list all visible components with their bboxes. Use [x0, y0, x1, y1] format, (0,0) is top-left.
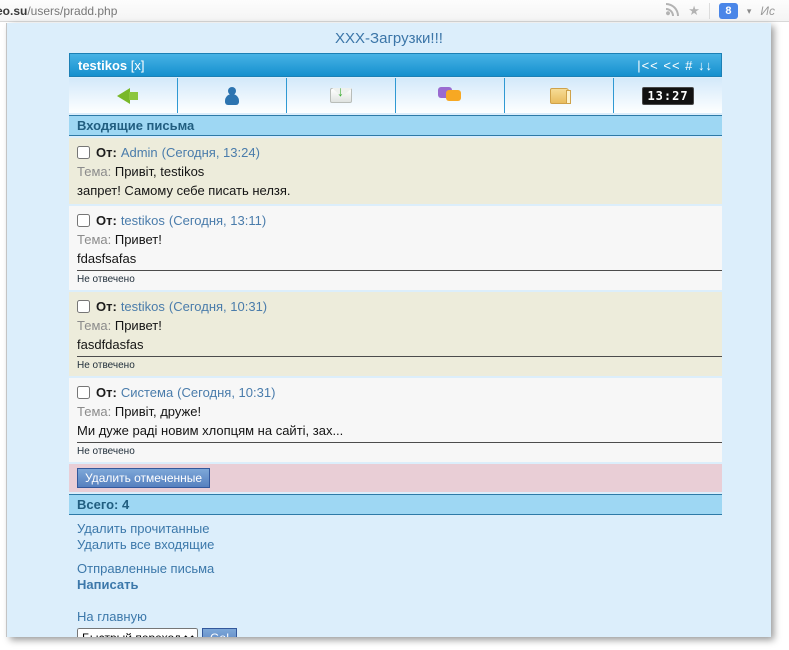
message-checkbox[interactable] [77, 214, 90, 227]
sender-link[interactable]: testikos [121, 297, 165, 316]
chevron-down-icon[interactable]: ▾ [747, 6, 752, 17]
delete-read-link[interactable]: Удалить прочитанные [77, 521, 209, 537]
back-arrow-icon [116, 87, 138, 104]
page-viewport: ХХХ-Загрузки!!! testikos [x] |<< << # ↓↓… [7, 23, 771, 637]
divider [708, 3, 710, 19]
rss-icon[interactable] [666, 3, 680, 19]
message-item: От: testikos (Сегодня, 13:11) Тема: Прив… [69, 206, 722, 290]
icon-toolbar: 13:27 [69, 78, 722, 113]
message-checkbox[interactable] [77, 386, 90, 399]
quick-jump-form: Быстрый переход Go! [69, 625, 722, 637]
message-subject: Привіт, друже! [114, 404, 202, 419]
subject-label: Тема: [77, 232, 112, 247]
from-label: От: [96, 385, 117, 400]
message-date: (Сегодня, 10:31) [168, 299, 268, 314]
url-host: eo.su [0, 3, 28, 18]
message-subject: Привет! [114, 318, 162, 333]
chat-button[interactable] [396, 78, 505, 113]
clock-cell: 13:27 [614, 78, 722, 113]
message-subject: Привет! [114, 232, 162, 247]
total-section-header: Всего: 4 [69, 494, 722, 515]
chat-bubbles-icon [438, 87, 462, 104]
message-date: (Сегодня, 13:24) [161, 145, 260, 160]
compose-link[interactable]: Написать [77, 577, 138, 593]
message-status: Не отвечено [77, 274, 135, 285]
clipped-menu-text: Ис [760, 4, 775, 18]
mail-download-icon [330, 83, 352, 103]
bookmark-star-icon[interactable]: ★ [688, 3, 700, 19]
message-item: От: Система (Сегодня, 10:31) Тема: Приві… [69, 378, 722, 462]
search-engine-icon[interactable]: 8 [718, 3, 738, 19]
sender-link[interactable]: testikos [121, 211, 165, 230]
back-button[interactable] [69, 78, 178, 113]
subject-label: Тема: [77, 318, 112, 333]
message-status: Не отвечено [77, 360, 135, 371]
message-checkbox[interactable] [77, 146, 90, 159]
sender-link[interactable]: Система [121, 383, 173, 402]
user-header-bar: testikos [x] |<< << # ↓↓ [69, 53, 722, 77]
quick-jump-select[interactable]: Быстрый переход [77, 628, 198, 637]
sent-mail-link[interactable]: Отправленные письма [77, 561, 214, 577]
logout-link[interactable]: [x] [131, 58, 145, 73]
message-body[interactable]: fdasfsafas [77, 249, 722, 271]
message-date: (Сегодня, 10:31) [177, 385, 276, 400]
page-title: ХХХ-Загрузки!!! [335, 30, 443, 47]
delete-selected-row: Удалить отмеченные [69, 464, 722, 492]
user-icon [224, 86, 240, 105]
message-item: От: testikos (Сегодня, 10:31) Тема: Прив… [69, 292, 722, 376]
message-body[interactable]: запрет! Самому себе писать нелзя. [77, 181, 714, 200]
files-button[interactable] [505, 78, 614, 113]
message-subject: Привіт, testikos [114, 164, 205, 179]
message-item: От: Admin (Сегодня, 13:24) Тема: Привіт,… [69, 138, 722, 204]
home-link[interactable]: На главную [77, 609, 147, 625]
delete-all-link[interactable]: Удалить все входящие [77, 537, 214, 553]
url-path: /users/pradd.php [27, 3, 118, 18]
folder-icon [549, 87, 571, 104]
message-date: (Сегодня, 13:11) [168, 213, 267, 228]
from-label: От: [96, 299, 117, 314]
sender-link[interactable]: Admin [121, 143, 158, 162]
inbox-section-header: Входящие письма [69, 115, 722, 136]
from-label: От: [96, 145, 117, 160]
clock-display: 13:27 [642, 86, 694, 105]
pager-nav[interactable]: |<< << # ↓↓ [637, 58, 713, 73]
delete-selected-button[interactable]: Удалить отмеченные [77, 468, 211, 488]
profile-button[interactable] [178, 78, 287, 113]
inbox-button[interactable] [287, 78, 396, 113]
browser-url-bar[interactable]: eo.su/users/pradd.php ★ 8 ▾ Ис [0, 0, 789, 22]
message-status: Не отвечено [77, 446, 135, 457]
message-body[interactable]: Ми дуже раді новим хлопцям на сайті, зах… [77, 421, 722, 443]
go-button[interactable]: Go! [202, 628, 238, 637]
message-checkbox[interactable] [77, 300, 90, 313]
username: testikos [78, 57, 128, 73]
subject-label: Тема: [77, 404, 112, 419]
subject-label: Тема: [77, 164, 112, 179]
url-text[interactable]: eo.su/users/pradd.php [0, 4, 117, 18]
from-label: От: [96, 213, 117, 228]
inbox-links: Удалить прочитанные Удалить все входящие… [69, 515, 722, 625]
message-body[interactable]: fasdfdasfas [77, 335, 722, 357]
